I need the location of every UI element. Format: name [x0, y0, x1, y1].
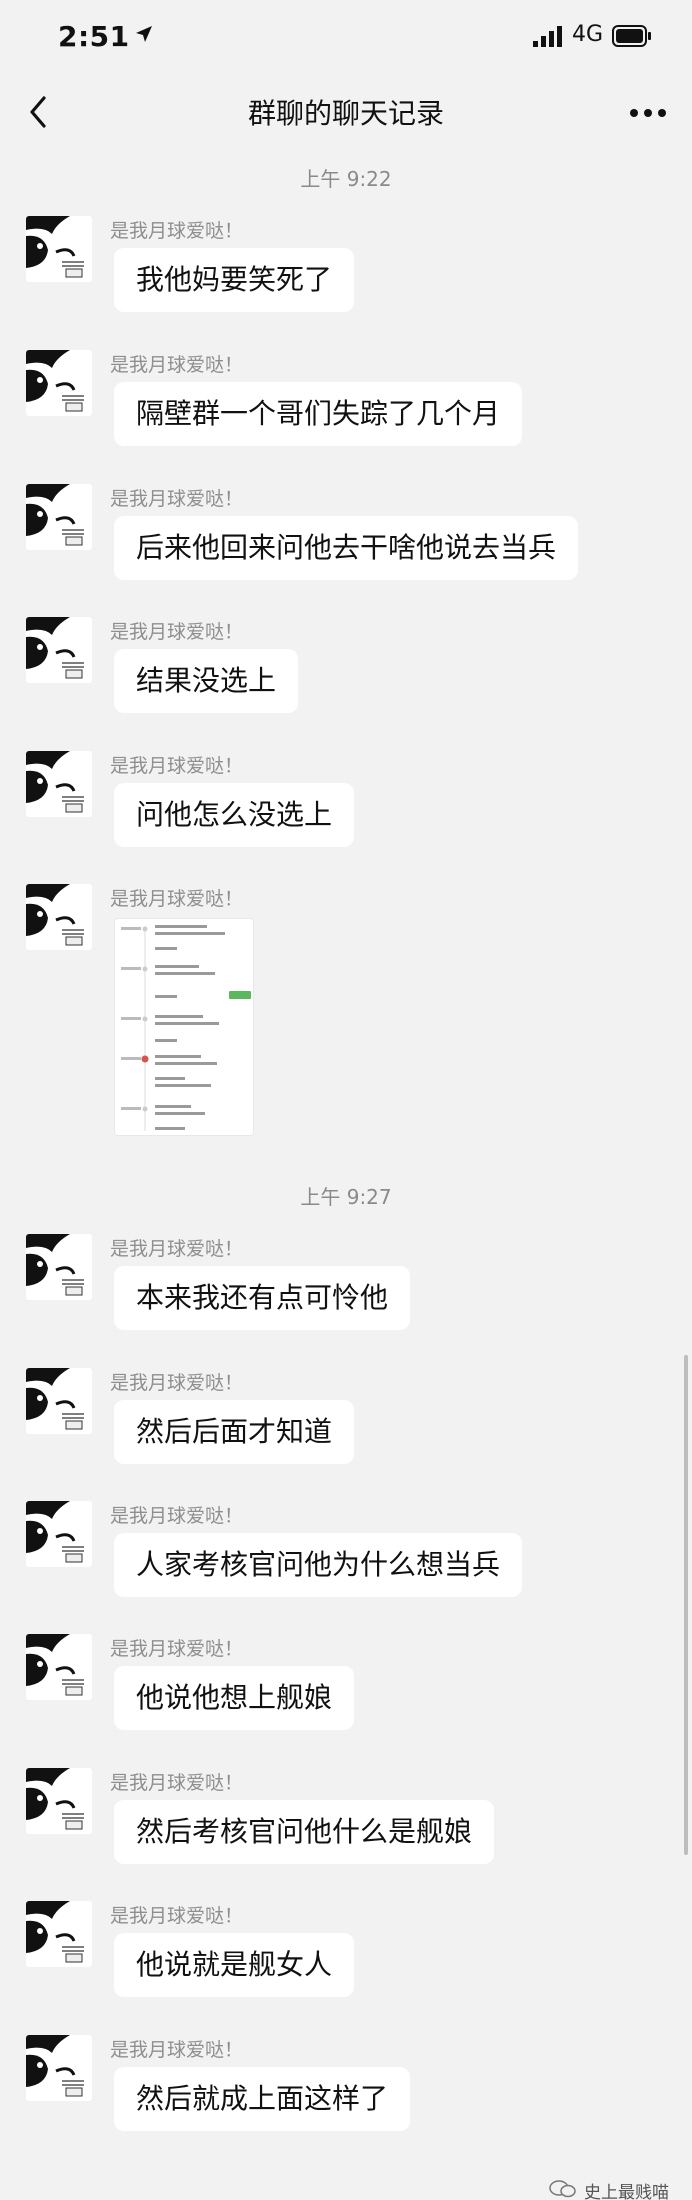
avatar[interactable]: [26, 751, 92, 817]
panda-avatar-icon: [26, 2035, 84, 2097]
location-arrow-icon: [136, 26, 152, 42]
watermark: 史上最贱喵: [548, 2178, 688, 2200]
panda-avatar-icon: [26, 617, 84, 679]
message-bubble[interactable]: 结果没选上: [114, 649, 299, 713]
network-type: 4G: [572, 22, 604, 47]
signal-bars-icon: [533, 26, 562, 47]
battery-icon: [612, 25, 651, 47]
sender-name: 是我月球爱哒！: [110, 1372, 244, 1394]
sender-name: 是我月球爱哒！: [110, 621, 244, 643]
chat-history-screen: 2:51 4G 群聊的聊天记录 上午 9:22 是我月球爱哒！ 我他妈要笑死了 …: [0, 0, 692, 2200]
panda-avatar-icon: [26, 1234, 84, 1296]
panda-avatar-icon: [26, 350, 84, 412]
sender-name: 是我月球爱哒！: [110, 1505, 244, 1527]
panda-avatar-icon: [26, 1501, 84, 1563]
message-bubble[interactable]: 然后就成上面这样了: [114, 2067, 411, 2131]
avatar[interactable]: [26, 484, 92, 550]
sender-name: 是我月球爱哒！: [110, 2039, 244, 2061]
timestamp: 上午 9:22: [300, 167, 392, 191]
sender-name: 是我月球爱哒！: [110, 755, 244, 777]
sender-name: 是我月球爱哒！: [110, 1772, 244, 1794]
message-bubble[interactable]: 隔壁群一个哥们失踪了几个月: [114, 382, 523, 446]
panda-avatar-icon: [26, 1901, 84, 1963]
panda-avatar-icon: [26, 751, 84, 813]
watermark-text: 史上最贱喵: [584, 2183, 669, 2200]
avatar[interactable]: [26, 1234, 92, 1300]
sender-name: 是我月球爱哒！: [110, 488, 244, 510]
message-bubble[interactable]: 我他妈要笑死了: [114, 248, 355, 312]
avatar[interactable]: [26, 617, 92, 683]
avatar[interactable]: [26, 1368, 92, 1434]
avatar[interactable]: [26, 2035, 92, 2101]
message-bubble[interactable]: 他说就是舰女人: [114, 1933, 355, 1997]
message-bubble[interactable]: 本来我还有点可怜他: [114, 1266, 411, 1330]
status-time: 2:51: [58, 20, 130, 53]
panda-avatar-icon: [26, 884, 84, 946]
sender-name: 是我月球爱哒！: [110, 354, 244, 376]
panda-avatar-icon: [26, 1768, 84, 1830]
scrollbar[interactable]: [684, 1355, 688, 1855]
panda-avatar-icon: [26, 484, 84, 546]
wechat-account-icon: [549, 2180, 576, 2198]
sender-name: 是我月球爱哒！: [110, 888, 244, 910]
sender-name: 是我月球爱哒！: [110, 1638, 244, 1660]
avatar[interactable]: [26, 884, 92, 950]
nav-bar: 群聊的聊天记录: [0, 78, 692, 158]
page-title: 群聊的聊天记录: [247, 97, 444, 130]
image-message-thumbnail[interactable]: [114, 918, 254, 1136]
avatar[interactable]: [26, 1501, 92, 1567]
panda-avatar-icon: [26, 1634, 84, 1696]
message-bubble[interactable]: 后来他回来问他去干啥他说去当兵: [114, 516, 579, 580]
sender-name: 是我月球爱哒！: [110, 1905, 244, 1927]
avatar[interactable]: [26, 1901, 92, 1967]
timeline-screenshot-image: [115, 919, 253, 1135]
avatar[interactable]: [26, 216, 92, 282]
panda-avatar-icon: [26, 216, 84, 278]
more-dots-icon[interactable]: [626, 96, 670, 130]
sender-name: 是我月球爱哒！: [110, 1238, 244, 1260]
avatar[interactable]: [26, 350, 92, 416]
panda-avatar-icon: [26, 1368, 84, 1430]
message-bubble[interactable]: 然后考核官问他什么是舰娘: [114, 1800, 495, 1864]
avatar[interactable]: [26, 1634, 92, 1700]
message-bubble[interactable]: 他说他想上舰娘: [114, 1666, 355, 1730]
avatar[interactable]: [26, 1768, 92, 1834]
message-bubble[interactable]: 问他怎么没选上: [114, 783, 355, 847]
message-bubble[interactable]: 然后后面才知道: [114, 1400, 355, 1464]
status-bar: 2:51 4G: [0, 0, 692, 78]
timestamp: 上午 9:27: [300, 1185, 392, 1209]
message-bubble[interactable]: 人家考核官问他为什么想当兵: [114, 1533, 523, 1597]
sender-name: 是我月球爱哒！: [110, 220, 244, 242]
